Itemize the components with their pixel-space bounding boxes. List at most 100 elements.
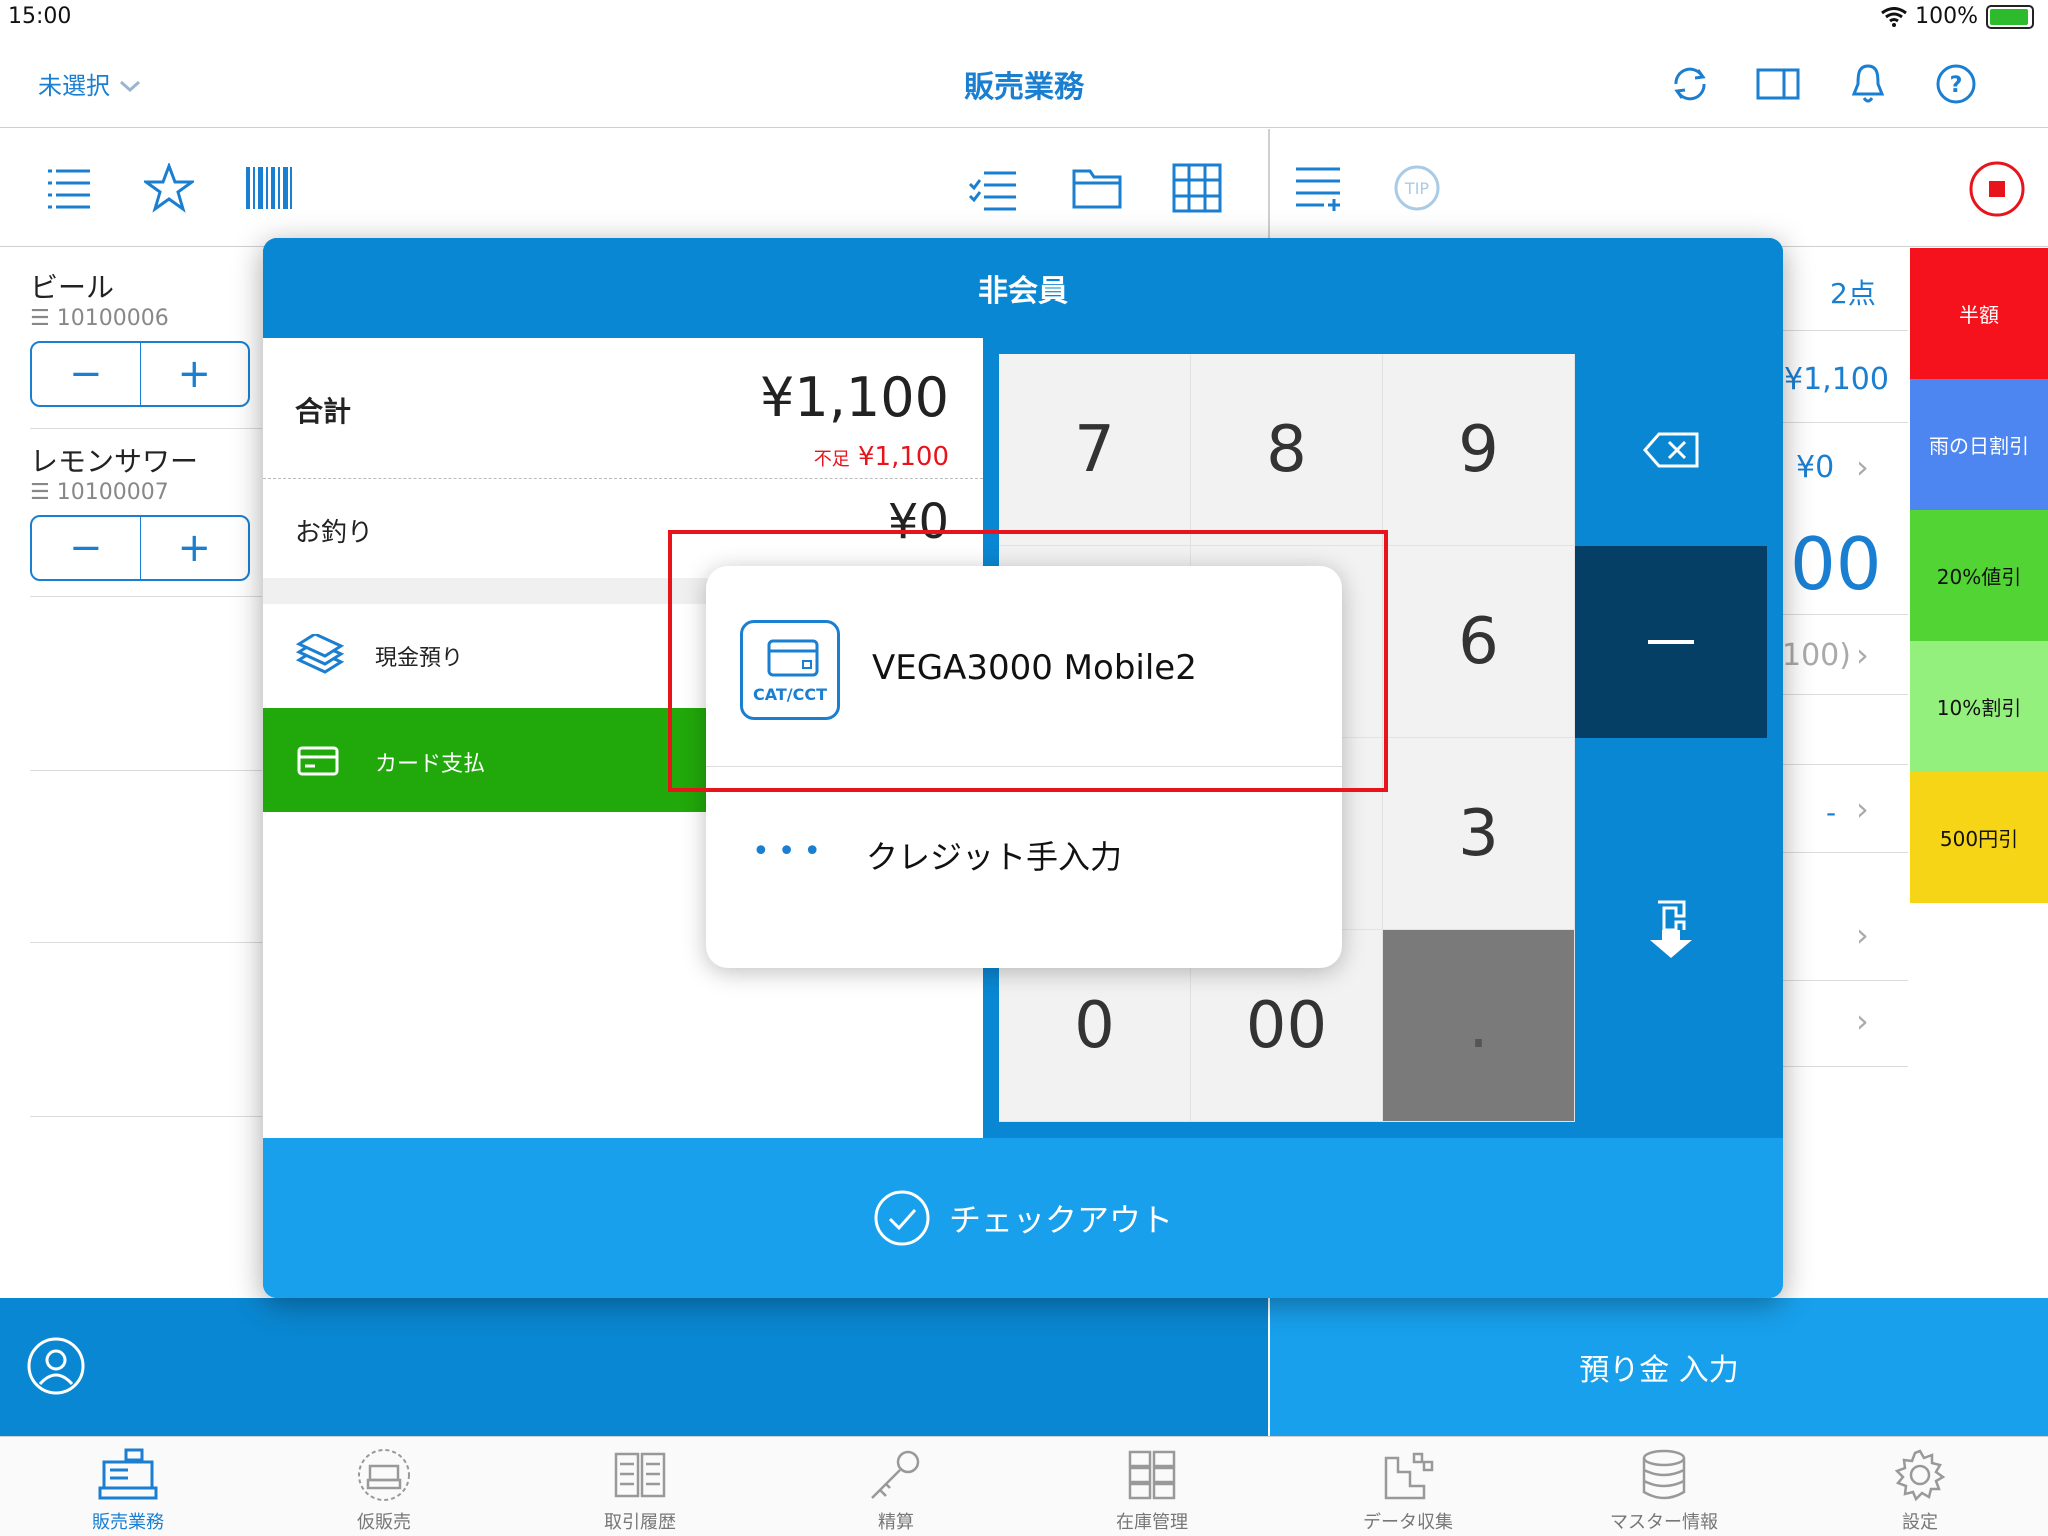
tab-label: 精算 (878, 1512, 914, 1533)
tab-history[interactable]: 取引履歴 (512, 1437, 768, 1536)
svg-text:TIP: TIP (1404, 179, 1429, 198)
backspace-icon (1643, 432, 1699, 468)
shortage-amount: ¥1,100 (858, 442, 949, 472)
chevron-right-icon[interactable]: › (1856, 916, 1869, 954)
divider (1780, 764, 1908, 765)
discount-label: 20%値引 (1936, 565, 2022, 589)
tab-label: データ収集 (1363, 1512, 1453, 1533)
divider (1780, 1066, 1908, 1067)
highlight-box (668, 530, 1388, 792)
divider (1780, 422, 1908, 423)
discount-label: 500円引 (1939, 827, 2019, 851)
tab-data-collection[interactable]: データ収集 (1280, 1437, 1536, 1536)
grid-icon[interactable] (1172, 163, 1222, 213)
list-icon[interactable] (44, 163, 94, 213)
folder-icon[interactable] (1072, 163, 1122, 213)
item-code: ☰ 10100006 (30, 306, 169, 331)
increment-button[interactable]: + (141, 517, 249, 579)
dash-value: - (1826, 796, 1837, 829)
discount-button-10-percent[interactable]: 10%割引 (1910, 641, 2048, 772)
chevron-right-icon[interactable]: › (1856, 790, 1869, 828)
toolbar-divider (1268, 129, 1270, 247)
sync-icon[interactable] (1668, 62, 1712, 106)
subtotal-value: ¥1,100 (1784, 362, 1889, 397)
key-icon (871, 1450, 920, 1499)
key-9[interactable]: 9 (1383, 354, 1575, 546)
check-circle-icon (874, 1190, 930, 1246)
tab-settings[interactable]: 設定 (1792, 1437, 2048, 1536)
temp-sale-icon (358, 1449, 410, 1501)
discount-value[interactable]: ¥0 (1796, 450, 1834, 485)
divider (1780, 614, 1908, 615)
status-indicators: 100% (1881, 4, 2034, 29)
item-count: 2点 (1830, 277, 1876, 310)
key-3[interactable]: 3 (1383, 738, 1575, 930)
user-icon[interactable] (26, 1336, 86, 1396)
decrement-button[interactable]: − (32, 343, 141, 405)
tab-label: 在庫管理 (1116, 1512, 1188, 1533)
discount-label: 雨の日割引 (1929, 434, 2029, 458)
manual-entry-option[interactable]: ••• クレジット手入力 (706, 784, 1342, 968)
chevron-right-icon[interactable]: › (1856, 1002, 1869, 1040)
minus-icon (1648, 640, 1694, 644)
tab-label: 仮販売 (357, 1512, 411, 1533)
divider (1780, 980, 1908, 981)
help-icon[interactable]: ? (1934, 62, 1978, 106)
add-list-icon[interactable] (1294, 163, 1344, 213)
key-8[interactable]: 8 (1191, 354, 1383, 546)
tip-icon[interactable]: TIP (1392, 163, 1442, 213)
tab-label: 取引履歴 (604, 1512, 676, 1533)
bell-icon[interactable] (1846, 62, 1890, 106)
minus-button[interactable] (1575, 546, 1767, 738)
tab-inventory[interactable]: 在庫管理 (1024, 1437, 1280, 1536)
status-time: 15:00 (8, 4, 72, 29)
divider (30, 1116, 262, 1117)
decrement-button[interactable]: − (32, 517, 141, 579)
inventory-icon (1128, 1450, 1176, 1500)
checklist-icon[interactable] (968, 163, 1018, 213)
backspace-button[interactable] (1575, 354, 1767, 546)
divider (263, 478, 983, 479)
battery-icon (1986, 4, 2034, 29)
checkout-button[interactable]: チェックアウト (263, 1138, 1783, 1298)
database-icon (1642, 1449, 1686, 1500)
credit-card-icon (297, 746, 339, 776)
tab-settlement[interactable]: 精算 (768, 1437, 1024, 1536)
total-value: 00 (1790, 522, 1882, 606)
enter-button[interactable] (1575, 738, 1767, 1122)
checkout-label: チェックアウト (948, 1201, 1173, 1239)
barcode-icon[interactable] (244, 163, 294, 213)
key-7[interactable]: 7 (999, 354, 1191, 546)
modal-title: 非会員 (263, 238, 1783, 338)
cash-icon (295, 634, 345, 674)
gear-icon (1894, 1449, 1946, 1502)
page-title: 販売業務 (964, 70, 1084, 105)
discount-button-20-percent[interactable]: 20%値引 (1910, 510, 2048, 641)
key-6[interactable]: 6 (1383, 546, 1575, 738)
shortage-label: 不足 (813, 449, 850, 470)
discount-button-half[interactable]: 半額 (1910, 248, 2048, 379)
tab-sales[interactable]: 販売業務 (0, 1437, 256, 1536)
item-name: ビール (30, 271, 115, 304)
svg-text:?: ? (1950, 73, 1963, 98)
stop-icon[interactable] (1968, 160, 2026, 218)
discount-label: 10%割引 (1936, 696, 2022, 720)
quantity-stepper[interactable]: − + (30, 515, 250, 581)
split-view-icon[interactable] (1756, 62, 1800, 106)
manual-entry-label: クレジット手入力 (866, 838, 1123, 876)
tab-master[interactable]: マスター情報 (1536, 1437, 1792, 1536)
increment-button[interactable]: + (141, 343, 249, 405)
discount-button-500-yen[interactable]: 500円引 (1910, 772, 2048, 903)
deposit-input-button[interactable]: 預り金 入力 (1270, 1298, 2048, 1436)
tab-temp-sale[interactable]: 仮販売 (256, 1437, 512, 1536)
chevron-right-icon: › (1856, 636, 1869, 674)
key-decimal[interactable]: . (1383, 930, 1575, 1122)
divider (30, 770, 262, 771)
discount-button-rainy-day[interactable]: 雨の日割引 (1910, 379, 2048, 510)
total-label: 合計 (295, 395, 352, 428)
star-icon[interactable] (144, 163, 194, 213)
register-icon (98, 1448, 158, 1500)
shortage: 不足 ¥1,100 (814, 442, 949, 472)
quantity-stepper[interactable]: − + (30, 341, 250, 407)
discount-label: 半額 (1959, 303, 1999, 327)
